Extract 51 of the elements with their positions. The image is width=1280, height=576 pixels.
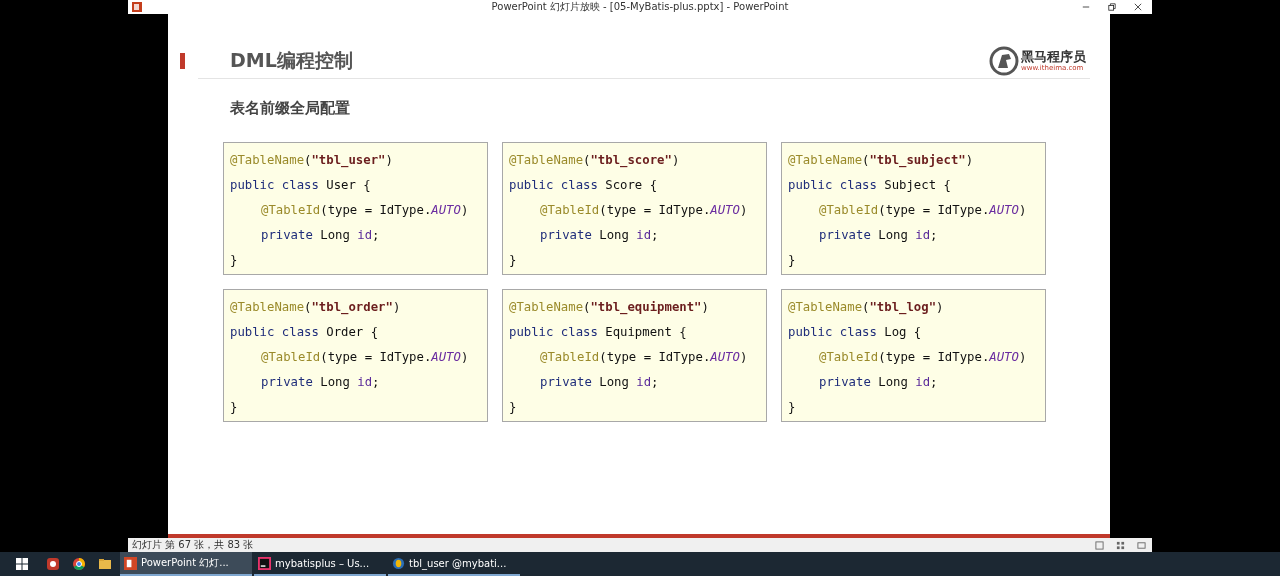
code-line: @TableName("tbl_user"): [230, 152, 393, 170]
code-line: private Long id;: [261, 374, 380, 391]
database-icon: [392, 556, 405, 570]
window-title: PowerPoint 幻灯片放映 - [05-MyBatis-plus.pptx] - PowerPoint: [491, 0, 789, 14]
code-line: public class Score {: [509, 177, 658, 194]
code-line: @TableId(type = IdType.AUTO): [261, 349, 469, 366]
code-line: private Long id;: [540, 374, 659, 391]
code-editor-icon: [258, 556, 271, 570]
code-line: }: [509, 252, 517, 269]
code-line: public class User {: [230, 177, 371, 194]
code-line: private Long id;: [819, 374, 938, 391]
slide-subtitle: 表名前缀全局配置: [230, 99, 351, 118]
code-line: @TableId(type = IdType.AUTO): [540, 349, 748, 366]
horse-logo-icon: [989, 46, 1019, 76]
code-line: @TableName("tbl_order"): [230, 299, 401, 317]
windows-start-icon[interactable]: [16, 558, 28, 570]
code-line: @TableId(type = IdType.AUTO): [540, 202, 748, 219]
folder-icon[interactable]: [98, 557, 112, 571]
accent-bar: [180, 53, 185, 69]
close-icon[interactable]: [1134, 3, 1142, 11]
code-line: @TableName("tbl_score"): [509, 152, 680, 170]
code-line: @TableId(type = IdType.AUTO): [819, 349, 1027, 366]
chrome-icon[interactable]: [72, 557, 86, 571]
code-line: public class Subject {: [788, 177, 951, 194]
code-line: @TableName("tbl_subject"): [788, 152, 974, 170]
sorter-view-icon[interactable]: [1116, 540, 1125, 550]
restore-icon[interactable]: [1108, 3, 1116, 11]
code-line: }: [509, 399, 517, 416]
code-line: @TableName("tbl_equipment"): [509, 299, 709, 317]
slide-counter: 幻灯片 第 67 张，共 83 张: [132, 538, 254, 552]
slideshow-icon[interactable]: [1137, 540, 1146, 550]
code-line: @TableId(type = IdType.AUTO): [261, 202, 469, 219]
powerpoint-icon: [124, 556, 137, 570]
taskbar-app-button[interactable]: mybatisplus – Us...: [254, 552, 386, 576]
code-line: @TableName("tbl_log"): [788, 299, 944, 317]
code-line: }: [230, 399, 238, 416]
code-line: }: [788, 399, 796, 416]
code-line: private Long id;: [261, 227, 380, 244]
logo-name: 黑马程序员: [1021, 49, 1086, 64]
code-line: @TableId(type = IdType.AUTO): [819, 202, 1027, 219]
code-line: private Long id;: [540, 227, 659, 244]
code-line: }: [788, 252, 796, 269]
taskbar-app-button[interactable]: tbl_user @mybati...: [388, 552, 520, 576]
taskbar-app-button[interactable]: PowerPoint 幻灯...: [120, 552, 252, 576]
code-line: public class Order {: [230, 324, 379, 341]
code-line: }: [230, 252, 238, 269]
slide-title: DML编程控制: [230, 48, 353, 73]
code-line: public class Log {: [788, 324, 922, 341]
code-line: public class Equipment {: [509, 324, 687, 341]
app-icon[interactable]: [46, 557, 60, 571]
code-line: private Long id;: [819, 227, 938, 244]
